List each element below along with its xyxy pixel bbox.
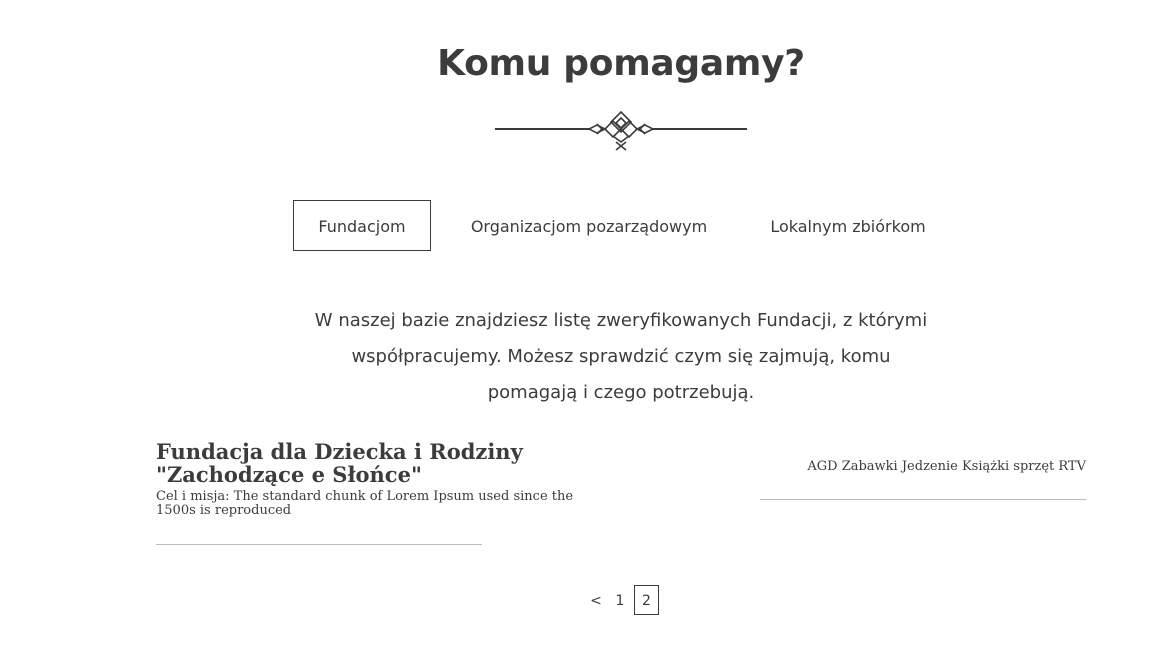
pagination-prev-button[interactable]: <	[584, 585, 608, 615]
section-title: Komu pomagamy?	[437, 43, 805, 84]
foundation-divider	[156, 544, 482, 545]
pagination-page-1[interactable]: 1	[609, 585, 631, 615]
tab-fundacjom[interactable]: Fundacjom	[293, 200, 431, 251]
tab-organizacjom-pozarzadowym[interactable]: Organizacjom pozarządowym	[468, 200, 710, 251]
pagination-page-2-current[interactable]: 2	[634, 585, 659, 615]
foundation-item: Fundacja dla Dziecka i Rodziny "Zachodzą…	[156, 440, 636, 518]
category-tabs: Fundacjom Organizacjom pozarządowym Loka…	[0, 200, 1170, 253]
foundation-description: Cel i misja: The standard chunk of Lorem…	[156, 489, 574, 518]
needs-divider	[760, 499, 1086, 500]
intro-text: W naszej bazie znajdziesz listę zweryfik…	[314, 310, 928, 403]
foundation-name[interactable]: Fundacja dla Dziecka i Rodziny "Zachodzą…	[156, 440, 636, 486]
tab-lokalnym-zbiorkom[interactable]: Lokalnym zbiórkom	[765, 200, 931, 251]
foundation-needs: AGD Zabawki Jedzenie Książki sprzęt RTV	[807, 459, 1086, 474]
decorative-ornament-icon	[495, 110, 747, 151]
